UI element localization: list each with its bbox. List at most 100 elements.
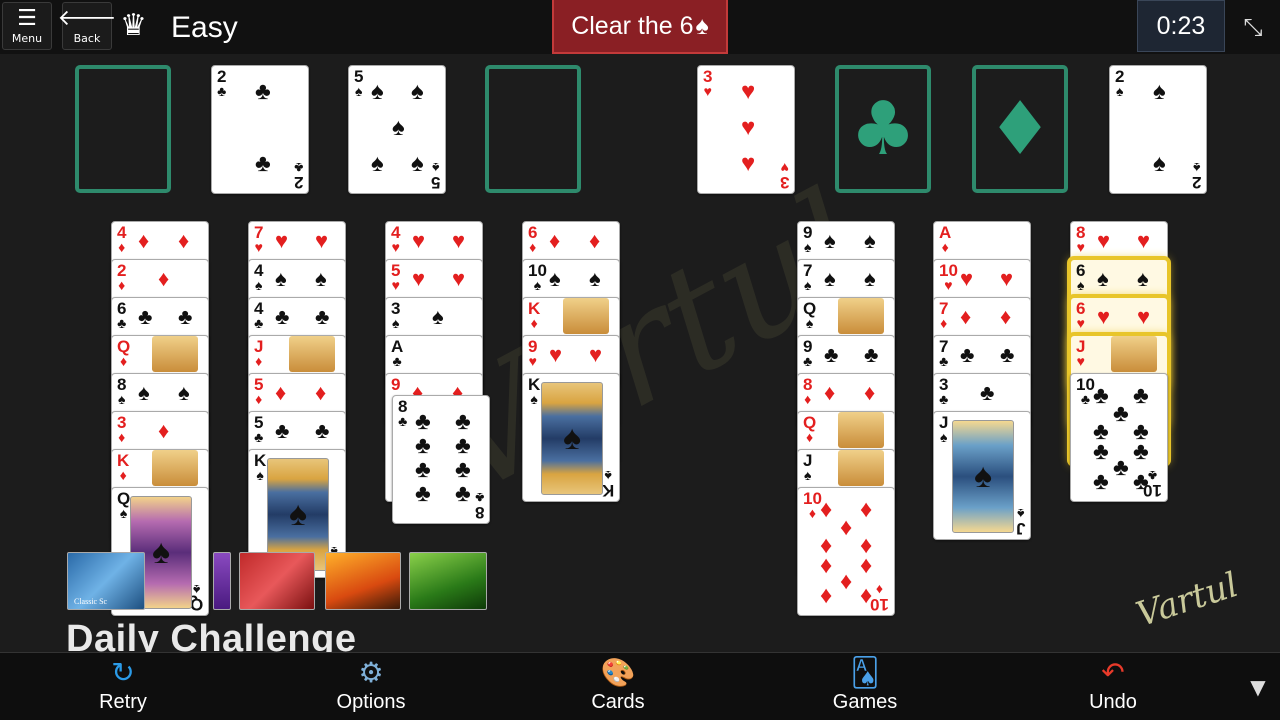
freecell-empty[interactable] bbox=[485, 65, 581, 193]
card-corner: Q ♠ bbox=[803, 300, 816, 330]
pip: ♦ bbox=[549, 228, 561, 253]
card-pips: ♥ ♥ ♥ bbox=[716, 74, 778, 187]
pip: ♥ bbox=[315, 228, 329, 253]
undo-button[interactable]: ↶ Undo bbox=[1053, 657, 1173, 719]
card-pips: ♦ ♦ ♦ ♦ ♦ ♦ ♦ ♦ ♦ ♦ bbox=[816, 496, 878, 609]
card-5-spades[interactable]: 5 ♠ 5 ♠ ♠ ♠ ♠ ♠ ♠ bbox=[348, 65, 446, 194]
card-suit: ♠ bbox=[533, 277, 542, 293]
games-label: Games bbox=[832, 691, 898, 713]
card-rank: J bbox=[1015, 519, 1025, 538]
card-pips: ♥ ♥ bbox=[543, 336, 613, 374]
theme-thumb-red[interactable] bbox=[239, 552, 315, 610]
card-suit: ♥ bbox=[1076, 315, 1085, 331]
pip: ♥ bbox=[589, 342, 603, 367]
card-suit: ♦ bbox=[118, 277, 126, 293]
pip: ♠ bbox=[432, 304, 444, 329]
card-corner: 8 ♦ bbox=[803, 376, 812, 406]
card-K-spades[interactable]: K♠K♠♠ bbox=[522, 373, 620, 502]
card-corner: 7 ♥ bbox=[254, 224, 263, 254]
card-pips: ♣ ♣ ♣ ♣ ♣ ♣ ♣ ♣ bbox=[411, 404, 473, 517]
theme-thumb-green[interactable] bbox=[409, 552, 487, 610]
card-suit: ♠ bbox=[804, 239, 812, 255]
foundation-empty[interactable]: ♣ bbox=[835, 65, 931, 193]
pip: ♣ bbox=[455, 456, 471, 483]
card-8-clubs[interactable]: 8 ♣ 8 ♣ ♣ ♣ ♣ ♣ ♣ ♣ ♣ ♣ bbox=[392, 395, 490, 524]
pip: ♣ bbox=[1093, 438, 1109, 465]
pip: ♣ bbox=[415, 432, 431, 459]
card-suit: ♦ bbox=[941, 239, 949, 255]
card-corner: 6 ♥ bbox=[1076, 300, 1085, 331]
card-corner: Q ♦ bbox=[117, 338, 130, 368]
gear-icon: ⚙ bbox=[358, 656, 384, 689]
card-suit: ♥ bbox=[391, 239, 400, 255]
pip: ♥ bbox=[549, 342, 563, 367]
card-10-diamonds[interactable]: 10 ♦ 10 ♦ ♦ ♦ ♦ ♦ ♦ ♦ ♦ ♦ ♦ ♦ bbox=[797, 487, 895, 616]
card-suit: ♣ bbox=[254, 429, 264, 445]
theme-thumb-desert[interactable] bbox=[325, 552, 401, 610]
card-suit: ♠ bbox=[1016, 506, 1024, 522]
pip: ♣ bbox=[455, 480, 471, 507]
card-suit: ♠ bbox=[1077, 277, 1085, 293]
games-button[interactable]: 🂡 Games bbox=[805, 657, 925, 719]
card-corner: 4 ♠ bbox=[254, 262, 263, 292]
card-suit: ♦ bbox=[529, 239, 537, 255]
options-button[interactable]: ⚙ Options bbox=[311, 657, 431, 719]
card-suit: ♦ bbox=[808, 505, 817, 521]
card-J-spades[interactable]: J ♠ J ♠ ♠ bbox=[933, 411, 1031, 540]
goal-banner[interactable]: Clear the 6 ♠ bbox=[552, 0, 728, 54]
card-corner: 6 ♣ bbox=[117, 300, 126, 330]
pip: ♦ bbox=[864, 380, 876, 405]
exit-fullscreen-icon[interactable]: ⤡ bbox=[1236, 10, 1270, 44]
card-corner: Q ♦ bbox=[803, 414, 816, 444]
foundation-empty[interactable]: ♦ bbox=[972, 65, 1068, 193]
pip: ♦ bbox=[138, 228, 150, 253]
card-suit: ♠ bbox=[1116, 83, 1124, 99]
card-pips: ♠ bbox=[406, 298, 476, 336]
card-2-spades[interactable]: 2 ♠ 2 ♠ ♠ ♠ bbox=[1109, 65, 1207, 194]
pip: ♠ bbox=[1153, 150, 1166, 177]
card-pips: ♥ ♥ bbox=[406, 260, 476, 298]
back-button[interactable]: 🡐 Back bbox=[58, 2, 117, 50]
card-2-clubs[interactable]: 2 ♣ 2 ♣ ♣ ♣ bbox=[211, 65, 309, 194]
card-3-hearts[interactable]: 3 ♥ 3 ♥ ♥ ♥ ♥ bbox=[697, 65, 795, 194]
card-pips: ♠ ♠ bbox=[543, 260, 613, 298]
card-pips: ♦ ♦ bbox=[954, 298, 1024, 336]
freecell-empty[interactable] bbox=[75, 65, 171, 193]
card-rank: 2 bbox=[1191, 173, 1201, 192]
pip: ♣ bbox=[864, 342, 879, 367]
theme-thumb-classic[interactable]: Classic Sc bbox=[67, 552, 145, 610]
chevron-down-icon[interactable]: ▼ bbox=[1238, 667, 1278, 707]
card-suit: ♥ bbox=[528, 353, 537, 369]
pip: ♦ bbox=[820, 496, 833, 523]
theme-thumb-purple[interactable] bbox=[213, 552, 231, 610]
card-suit: ♠ bbox=[804, 467, 812, 483]
card-pips: ♥ ♥ bbox=[1091, 222, 1161, 260]
pip: ♦ bbox=[820, 552, 833, 579]
difficulty-label: Easy bbox=[171, 11, 238, 44]
card-suit: ♠ bbox=[355, 83, 363, 99]
pip: ♠ bbox=[392, 114, 405, 141]
pip: ♥ bbox=[412, 266, 426, 291]
card-corner-bottom: 2 ♣ bbox=[293, 160, 303, 192]
card-10-clubs[interactable]: 10 ♣ 10 ♣ ♣ ♣ ♣ ♣ ♣ ♣ ♣ ♣ ♣ ♣ bbox=[1070, 373, 1168, 502]
card-pips: ♣ ♣ bbox=[818, 336, 888, 374]
card-corner: 9 ♥ bbox=[528, 338, 537, 369]
card-rank: 5 bbox=[430, 173, 440, 192]
card-suit: ♣ bbox=[392, 353, 402, 369]
pip: ♥ bbox=[1097, 304, 1111, 329]
pip: ♥ bbox=[452, 266, 466, 291]
cards-button[interactable]: 🎨 Cards bbox=[558, 657, 678, 719]
card-corner: Q ♠ bbox=[117, 490, 130, 520]
retry-button[interactable]: ↻ Retry bbox=[63, 657, 183, 719]
pip: ♦ bbox=[158, 266, 170, 291]
menu-button[interactable]: ☰ Menu bbox=[2, 2, 52, 50]
card-rank: 8 bbox=[474, 503, 484, 522]
card-rank: K bbox=[601, 481, 614, 500]
card-pips: ♣ ♣ bbox=[269, 412, 339, 450]
card-corner: 3 ♠ bbox=[391, 300, 400, 330]
card-rank: 2 bbox=[293, 173, 303, 192]
pip: ♣ bbox=[1093, 382, 1109, 409]
pip: ♠ bbox=[411, 78, 424, 105]
card-corner: J ♦ bbox=[254, 338, 263, 368]
pip: ♦ bbox=[860, 552, 873, 579]
